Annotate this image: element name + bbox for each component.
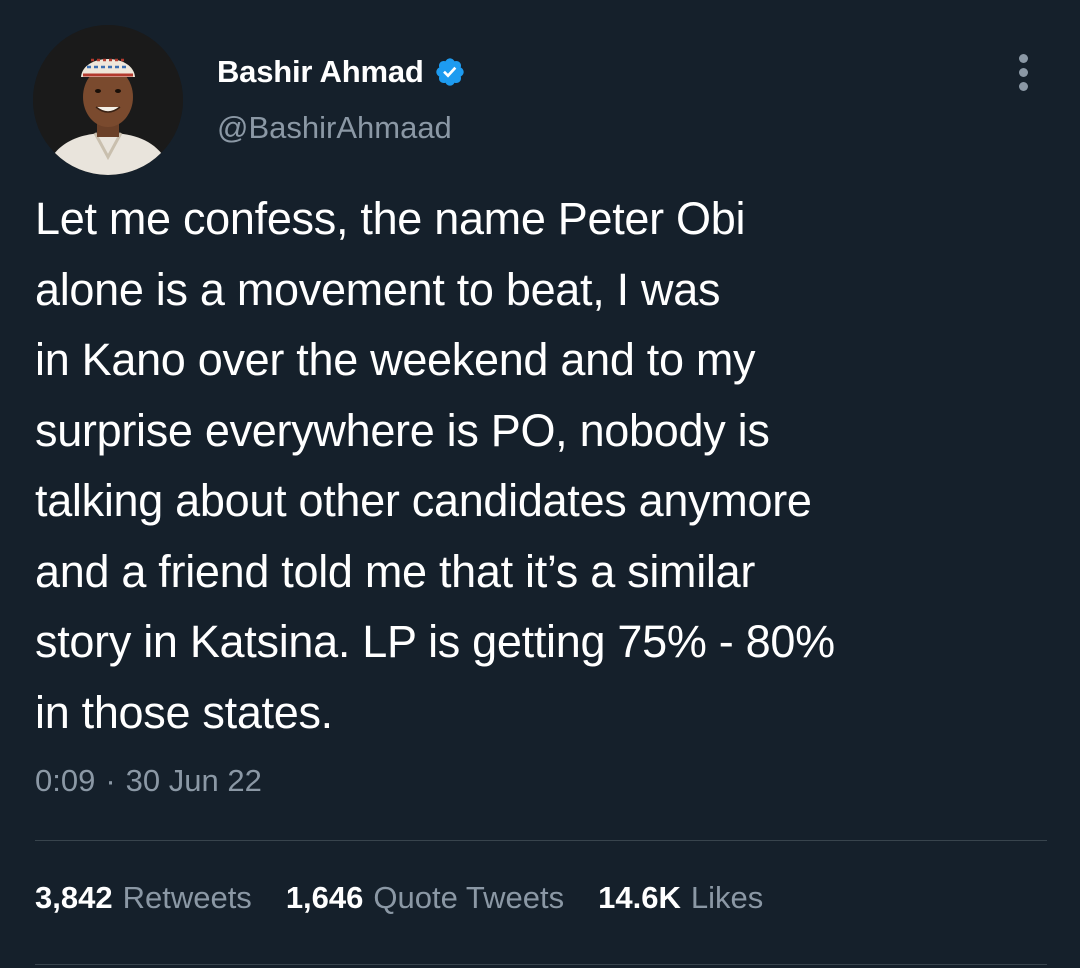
tweet-text-line: surprise everywhere is PO, nobody is <box>35 404 770 456</box>
author-name-row[interactable]: Bashir Ahmad <box>217 52 466 92</box>
tweet-date[interactable]: 30 Jun 22 <box>126 763 262 799</box>
tweet-time[interactable]: 0:09 <box>35 763 95 799</box>
divider <box>35 840 1047 841</box>
quote-tweets-count[interactable]: 1,646 <box>286 880 364 916</box>
author-handle[interactable]: @BashirAhmaad <box>217 110 452 146</box>
likes-stat[interactable]: 14.6K Likes <box>598 880 763 916</box>
tweet-text: Let me confess, the name Peter Obi alone… <box>35 184 1055 748</box>
author-display-name[interactable]: Bashir Ahmad <box>217 54 424 90</box>
timestamp-separator: · <box>105 763 116 798</box>
tweet-text-line: in those states. <box>35 686 333 738</box>
tweet-text-line: alone is a movement to beat, I was <box>35 263 721 315</box>
author-avatar[interactable] <box>33 25 183 175</box>
tweet-text-line: in Kano over the weekend and to my <box>35 334 756 385</box>
retweets-count[interactable]: 3,842 <box>35 880 113 916</box>
divider <box>35 964 1047 965</box>
quote-tweets-label[interactable]: Quote Tweets <box>373 880 564 916</box>
tweet-card: Bashir Ahmad @BashirAhmaad Let me confes… <box>0 0 1080 968</box>
engagement-stats: 3,842 Retweets 1,646 Quote Tweets 14.6K … <box>35 880 797 916</box>
tweet-timestamp[interactable]: 0:09 · 30 Jun 22 <box>35 763 262 799</box>
more-options-icon[interactable] <box>1010 50 1040 94</box>
verified-badge-icon <box>434 56 466 88</box>
likes-label[interactable]: Likes <box>691 880 763 916</box>
profile-photo-icon <box>33 25 183 175</box>
tweet-text-line: story in Katsina. LP is getting 75% - 80… <box>35 616 835 667</box>
tweet-text-line: talking about other candidates anymore <box>35 475 812 526</box>
tweet-text-line: Let me confess, the name Peter Obi <box>35 193 746 244</box>
quote-tweets-stat[interactable]: 1,646 Quote Tweets <box>286 880 564 916</box>
likes-count[interactable]: 14.6K <box>598 880 681 916</box>
retweets-stat[interactable]: 3,842 Retweets <box>35 880 252 916</box>
tweet-text-line: and a friend told me that it’s a similar <box>35 545 756 597</box>
retweets-label[interactable]: Retweets <box>123 880 252 916</box>
